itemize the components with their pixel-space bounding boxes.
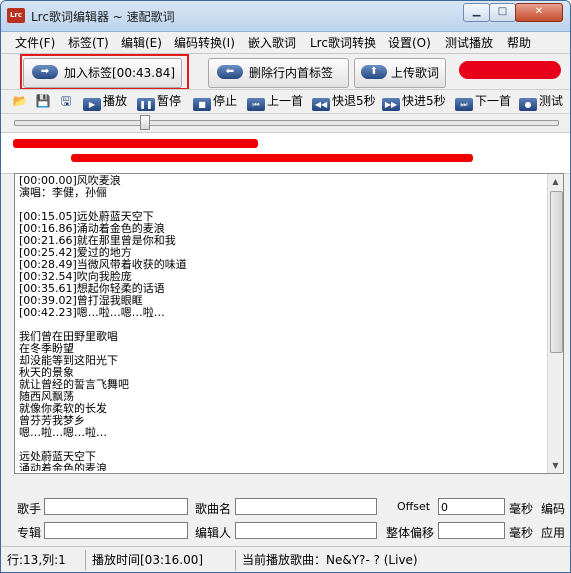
next-icon: ⏭ <box>455 98 473 111</box>
scroll-thumb[interactable] <box>550 191 563 353</box>
scroll-up-icon[interactable]: ▲ <box>548 174 563 189</box>
vertical-scrollbar[interactable]: ▲ ▼ <box>547 174 563 473</box>
pause-icon: ❚❚ <box>137 98 155 111</box>
lyric-line[interactable]: 嗯…啦…嗯…啦… <box>19 427 543 439</box>
maximize-icon: □ <box>497 6 508 17</box>
status-bar: 行:13,列:1 播放时间[03:16.00] 当前播放歌曲：Ne&Y?- ? … <box>1 546 570 572</box>
save-icon[interactable]: 💾 <box>34 92 52 110</box>
singer-label: 歌手 <box>17 502 42 516</box>
close-icon: ✕ <box>534 6 544 17</box>
upload-lyrics-label: 上传歌词 <box>391 66 440 80</box>
scroll-down-icon[interactable]: ▼ <box>548 458 563 473</box>
pause-label: 暂停 <box>157 94 182 108</box>
menu-file[interactable]: 文件(F) <box>15 34 55 51</box>
stop-label: 停止 <box>213 94 238 108</box>
song-field[interactable] <box>235 498 377 515</box>
lyric-line[interactable]: 演唱：李健，孙俪 <box>19 187 543 199</box>
arrow-up-icon: ⬆ <box>361 65 387 79</box>
prev-icon: ⏮ <box>247 98 265 111</box>
global-offset-label: 整体偏移 <box>386 526 435 540</box>
menu-help[interactable]: 帮助 <box>507 34 531 51</box>
apply-button[interactable]: 应用 <box>541 524 565 541</box>
offset-field[interactable]: 0 <box>438 498 505 515</box>
next-button[interactable]: ⏭ 下一首 <box>455 92 512 111</box>
redacted-line <box>71 154 473 162</box>
menu-encoding[interactable]: 编码转换(I) <box>174 34 235 51</box>
test-button[interactable]: ● 测试 <box>519 92 564 111</box>
title-bar: Lrc Lrc歌词编辑器 ~ 速配歌词 ▁ □ ✕ <box>1 1 570 32</box>
menu-test-play[interactable]: 测试播放 <box>445 34 493 51</box>
forward-label: 快进5秒 <box>402 94 446 108</box>
lyric-line[interactable] <box>19 439 543 451</box>
editor-label: 编辑人 <box>195 526 232 540</box>
lyrics-text[interactable]: [00:00.00]风吹麦浪 演唱：李健，孙俪 [00:15.05]远处蔚蓝天空下… <box>19 175 543 471</box>
highlight-box <box>20 54 189 90</box>
test-label: 测试 <box>539 94 564 108</box>
minimize-icon: ▁ <box>472 6 481 17</box>
prev-label: 上一首 <box>267 94 304 108</box>
app-window: Lrc Lrc歌词编辑器 ~ 速配歌词 ▁ □ ✕ 文件(F) 标签(T) 编辑… <box>0 0 571 573</box>
lyric-line[interactable]: 就让曾经的誓言飞舞吧 <box>19 379 543 391</box>
stop-icon: ■ <box>193 98 211 111</box>
delete-tag-label: 删除行内首标签 <box>249 66 334 80</box>
maximize-button[interactable]: □ <box>489 3 516 22</box>
play-icon: ▶ <box>83 98 101 111</box>
delete-tag-button[interactable]: ⬅ 删除行内首标签 <box>208 58 349 88</box>
save-as-icon[interactable]: 🖫 <box>57 92 75 110</box>
editor-field[interactable] <box>235 522 377 539</box>
stop-button[interactable]: ■ 停止 <box>193 92 238 111</box>
lyric-line[interactable]: [00:42.23]嗯…啦…嗯…啦… <box>19 307 543 319</box>
app-logo-icon: Lrc <box>7 8 25 23</box>
song-label: 歌曲名 <box>195 502 232 516</box>
menu-tag[interactable]: 标签(T) <box>68 34 109 51</box>
lyric-line[interactable]: 涌动着金色的麦浪 <box>19 463 543 472</box>
album-field[interactable] <box>44 522 188 539</box>
global-offset-field[interactable] <box>438 522 505 539</box>
forward-button[interactable]: ▶▶ 快进5秒 <box>382 92 446 111</box>
seek-track[interactable] <box>14 120 559 126</box>
upload-lyrics-button[interactable]: ⬆ 上传歌词 <box>354 58 446 88</box>
status-divider <box>85 550 86 570</box>
menu-bar: 文件(F) 标签(T) 编辑(E) 编码转换(I) 嵌入歌词 Lrc歌词转换 设… <box>1 32 570 52</box>
prev-button[interactable]: ⏮ 上一首 <box>247 92 304 111</box>
now-playing: 当前播放歌曲：Ne&Y?- ? (Live) <box>242 553 418 567</box>
window-title: Lrc歌词编辑器 ~ 速配歌词 <box>31 10 175 24</box>
rewind-icon: ◀◀ <box>312 98 330 111</box>
lyric-preview <box>1 132 570 174</box>
rewind-button[interactable]: ◀◀ 快退5秒 <box>312 92 376 111</box>
lyrics-editor[interactable]: [00:00.00]风吹麦浪 演唱：李健，孙俪 [00:15.05]远处蔚蓝天空下… <box>14 173 564 474</box>
pause-button[interactable]: ❚❚ 暂停 <box>137 92 182 111</box>
forward-icon: ▶▶ <box>382 98 400 111</box>
redacted-line <box>13 139 258 148</box>
play-time: 播放时间[03:16.00] <box>92 553 204 567</box>
close-button[interactable]: ✕ <box>515 3 563 22</box>
minimize-button[interactable]: ▁ <box>463 3 490 22</box>
encoding-label[interactable]: 编码 <box>541 500 565 517</box>
play-button[interactable]: ▶ 播放 <box>83 92 128 111</box>
offset-label: Offset <box>397 500 431 513</box>
cursor-position: 行:13,列:1 <box>7 553 66 567</box>
seek-thumb[interactable] <box>140 115 151 130</box>
next-label: 下一首 <box>475 94 512 108</box>
redacted-button[interactable] <box>459 61 561 79</box>
ms2-label: 毫秒 <box>509 526 534 540</box>
record-icon: ● <box>519 98 537 111</box>
playback-toolbar: 📂 💾 🖫 ▶ 播放 ❚❚ 暂停 ■ 停止 ⏮ 上一首 ◀◀ 快退5秒 ▶▶ 快进5秒 ⏭ 下… <box>1 89 570 114</box>
rewind-label: 快退5秒 <box>332 94 376 108</box>
menu-settings[interactable]: 设置(O) <box>388 34 431 51</box>
menu-lrc-convert[interactable]: Lrc歌词转换 <box>310 34 376 51</box>
lyric-line[interactable]: 却没能等到这阳光下 <box>19 355 543 367</box>
menu-embed-lyrics[interactable]: 嵌入歌词 <box>248 34 296 51</box>
album-label: 专辑 <box>17 526 42 540</box>
singer-field[interactable] <box>44 498 188 515</box>
play-label: 播放 <box>103 94 128 108</box>
lyric-line[interactable]: 就像你柔软的长发 <box>19 403 543 415</box>
status-divider <box>235 550 236 570</box>
lyric-line[interactable]: 我们曾在田野里歌唱 <box>19 331 543 343</box>
open-folder-icon[interactable]: 📂 <box>11 92 29 110</box>
ms-label: 毫秒 <box>509 502 534 516</box>
menu-edit[interactable]: 编辑(E) <box>121 34 162 51</box>
seek-bar[interactable] <box>1 113 570 131</box>
arrow-left-icon: ⬅ <box>217 65 243 79</box>
